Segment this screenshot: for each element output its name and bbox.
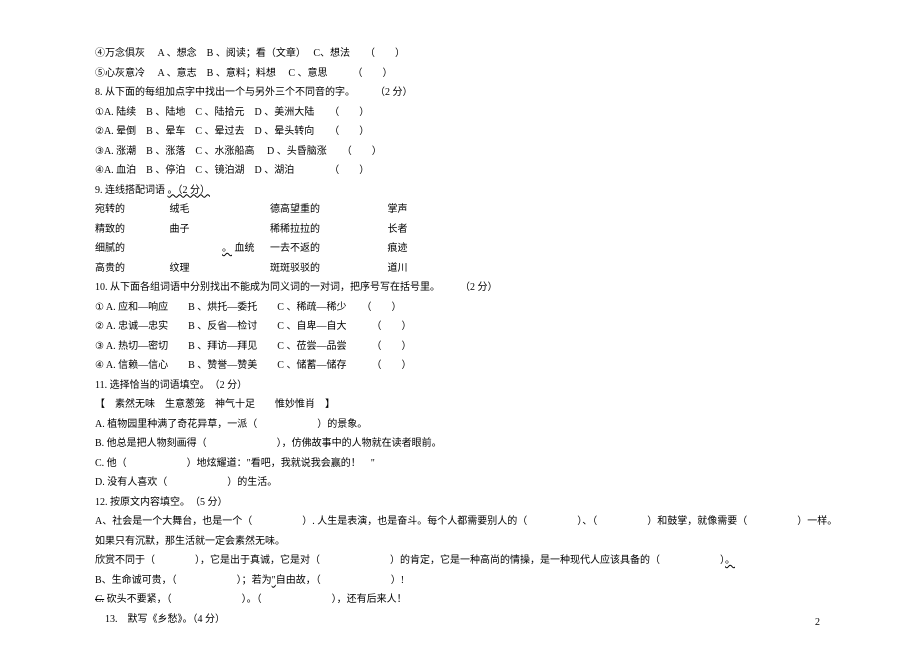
q10-stem: 10. 从下面各组词语中分别找出不能成为同义词的一对词，把序号写在括号里。 （2…	[95, 279, 920, 298]
q9-r4-c2: 纹理	[170, 260, 268, 279]
q8-line-2: ②A. 晕倒 B 、晕车 C 、晕过去 D 、晕头转向 （ ）	[95, 123, 920, 142]
q8-line-1: ①A. 陆续 B 、陆地 C 、陆拾元 D 、美洲大陆 （ ）	[95, 104, 920, 123]
q9-r2-c2: 曲子	[170, 221, 268, 240]
q9-r3-c2-text: 血统	[235, 243, 255, 254]
q12-B: B、生命诚可贵，（ ）；若为"自由故，（ ）!	[95, 572, 920, 591]
q9-r1-c4: 掌声	[388, 201, 408, 220]
q12-A3: 欣赏不同于（ ），它是出于真诚，它是对（ ）的肯定，它是一种高尚的情操，是一种现…	[95, 552, 920, 571]
q8-stem: 8. 从下面的每组加点字中找出一个与另外三个不同音的字。 （2 分）	[95, 84, 920, 103]
q9-row-4: 高贵的 纹理 斑斑驳驳的 道川	[95, 260, 920, 279]
q9-r3-c4: 痕迹	[388, 240, 408, 259]
q11-options: 【 素然无味 生意葱笼 神气十足 惟妙惟肖 】	[95, 396, 920, 415]
q9-r3-c2: 。 血统	[170, 240, 268, 259]
q9-stem-wave: 。（2 分）	[168, 185, 211, 196]
q9-r3-c3: 一去不返的	[270, 240, 385, 259]
q12-C-strike: C.	[95, 594, 104, 605]
q12-A3-text: 欣赏不同于（ ），它是出于真诚，它是对（ ）的肯定，它是一种高尚的情操，是一种现…	[95, 555, 725, 566]
q12-B-after: 自由故，（ ）!	[276, 575, 404, 586]
q9-r1-c1: 宛转的	[95, 201, 167, 220]
q9-r4-c3: 斑斑驳驳的	[270, 260, 385, 279]
q9-r2-c1: 精致的	[95, 221, 167, 240]
q12-B-before: B、生命诚可贵，（ ）；若为	[95, 575, 272, 586]
page-number: 2	[815, 614, 820, 633]
q12-stem: 12. 按原文内容填空。 （5 分）	[95, 494, 920, 513]
q12-A: A、社会是一个大舞台，也是一个（ ）. 人生是表演，也是奋斗。每个人都需要别人的…	[95, 513, 920, 532]
q9-r3-wave: 。	[222, 243, 232, 254]
q7-item-5: ⑤心灰意冷 A 、意志 B 、意料；料想 C 、意思 （ ）	[95, 65, 920, 84]
q9-r2-c4: 长者	[388, 221, 408, 240]
q11-stem: 11. 选择恰当的词语填空。 （2 分）	[95, 377, 920, 396]
q9-row-3: 细腻的 。 血统 一去不返的 痕迹	[95, 240, 920, 259]
q10-line-2: ② A. 忠诚—忠实 B 、反省—检讨 C 、自卑—自大 （ ）	[95, 318, 920, 337]
q9-r4-c1: 高贵的	[95, 260, 167, 279]
q9-r1-c3: 德高望重的	[270, 201, 385, 220]
q12-A2: 如果只有沉默，那生活就一定会素然无味。	[95, 533, 920, 552]
q10-line-1: ① A. 应和—响应 B 、烘托—委托 C 、稀疏—稀少 （ ）	[95, 299, 920, 318]
q11-C: C. 他（ ）地炫耀道："看吧，我就说我会赢的！ "	[95, 455, 920, 474]
q10-line-3: ③ A. 热切—密切 B 、拜访—拜见 C 、莅尝—品尝 （ ）	[95, 338, 920, 357]
q13-stem: 13. 默写《乡愁》。（4 分）	[95, 611, 920, 630]
q8-line-4: ④A. 血泊 B 、停泊 C 、镜泊湖 D 、湖泊 （ ）	[95, 162, 920, 181]
q12-A-text: A、社会是一个大舞台，也是一个（ ）. 人生是表演，也是奋斗。每个人都需要别人的…	[95, 516, 837, 527]
q12-A3-wave: 。	[725, 555, 735, 566]
q7-item-4: ④万念俱灰 A 、想念 B 、阅读；看（文章） C、想法 （ ）	[95, 45, 920, 64]
q11-B: B. 他总是把人物刻画得（ ），仿佛故事中的人物就在读者眼前。	[95, 435, 920, 454]
q8-line-3: ③A. 涨潮 B 、涨落 C 、水涨船高 D 、头昏脑涨 （ ）	[95, 143, 920, 162]
q10-line-4: ④ A. 信赖—信心 B 、赞誉—赞美 C 、储蓄—储存 （ ）	[95, 357, 920, 376]
q9-r3-space	[170, 243, 223, 254]
q9-r3-c1: 细腻的	[95, 240, 167, 259]
q9-stem-text: 9. 连线搭配词语	[95, 185, 168, 196]
q9-r4-c4: 道川	[388, 260, 408, 279]
q9-stem: 9. 连线搭配词语 。（2 分）	[95, 182, 920, 201]
q11-A: A. 植物园里种满了奇花异草，一派（ ）的景象。	[95, 416, 920, 435]
q9-row-2: 精致的 曲子 稀稀拉拉的 长者	[95, 221, 920, 240]
q9-r1-c2: 绒毛	[170, 201, 268, 220]
q9-r2-c3: 稀稀拉拉的	[270, 221, 385, 240]
q12-C-text: 砍头不要紧，（ ）。（ ），还有后来人！	[104, 594, 407, 605]
q11-D: D. 没有人喜欢（ ）的生活。	[95, 474, 920, 493]
q9-row-1: 宛转的 绒毛 德高望重的 掌声	[95, 201, 920, 220]
q12-C: C. 砍头不要紧，（ ）。（ ），还有后来人！	[95, 591, 920, 610]
